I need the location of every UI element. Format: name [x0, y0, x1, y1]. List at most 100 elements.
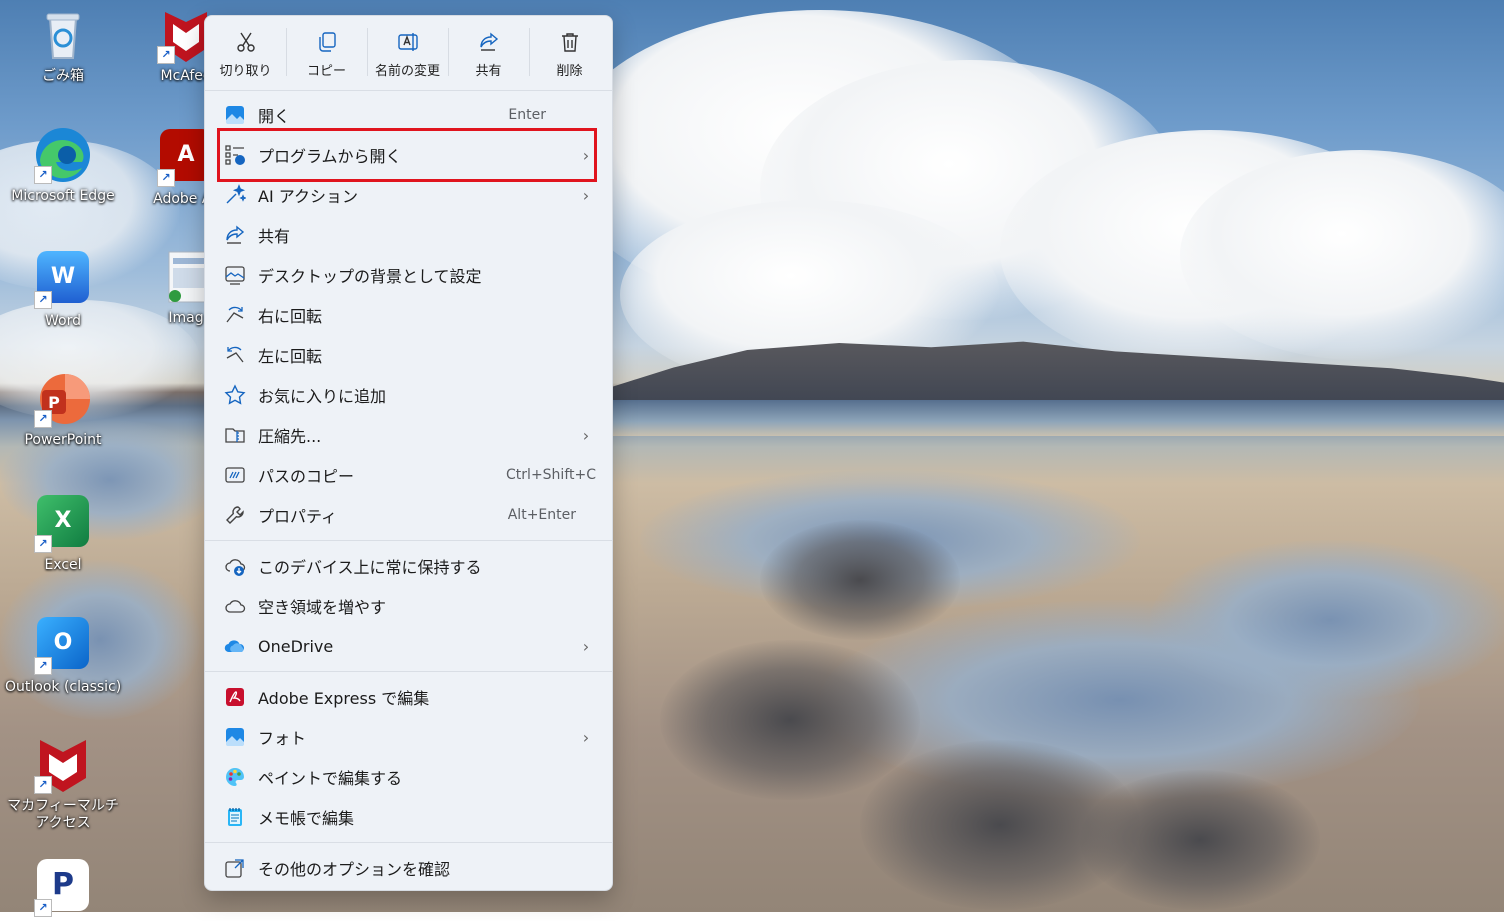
desktop-icon-word[interactable]: W ↗ Word: [5, 248, 121, 330]
menu-item-label: その他のオプションを確認: [258, 860, 451, 879]
menu-item-label: お気に入りに追加: [258, 387, 387, 406]
desktop-icon-label: マカフィーマルチアクセス: [7, 798, 119, 831]
desktop-icon-label: Excel: [44, 557, 82, 573]
menu-item-label: メモ帳で編集: [258, 809, 355, 828]
menu-item-ai-actions[interactable]: AI アクション ›: [217, 177, 602, 213]
menu-item-label: プログラムから開く: [258, 147, 402, 166]
menu-item-adobe-express[interactable]: Adobe Express で編集: [217, 679, 602, 715]
menu-divider: [205, 671, 612, 672]
shortcut-arrow-icon: ↗: [34, 535, 52, 553]
desktop-icon-recycle-bin[interactable]: ごみ箱: [5, 6, 121, 85]
menu-item-photos[interactable]: フォト ›: [217, 719, 602, 755]
share-icon: [224, 224, 246, 246]
shortcut-arrow-icon: ↗: [34, 410, 52, 428]
menu-divider: [205, 540, 612, 541]
menu-item-label: 右に回転: [258, 307, 323, 326]
menu-item-label: 圧縮先...: [258, 427, 322, 446]
menu-item-share[interactable]: 共有: [217, 217, 602, 253]
menu-item-open-with[interactable]: プログラムから開く ›: [217, 137, 602, 173]
menu-item-set-wallpaper[interactable]: デスクトップの背景として設定: [217, 257, 602, 293]
chevron-right-icon: ›: [582, 145, 590, 165]
desktop-icon-mcafee-multi-access[interactable]: ↗ マカフィーマルチアクセス: [5, 736, 121, 832]
context-menu-toolbar: 切り取り コピー 名前の変更 共有 削除: [205, 16, 612, 90]
menu-item-label: 開く: [258, 107, 291, 126]
desktop-icon-label: ごみ箱: [42, 68, 84, 84]
cut-button[interactable]: 切り取り: [205, 16, 286, 90]
powerpoint-icon: P ↗: [34, 370, 92, 428]
chevron-right-icon: ›: [582, 636, 590, 656]
shortcut-arrow-icon: ↗: [34, 166, 52, 184]
rename-icon: [397, 33, 418, 51]
menu-item-shortcut: Enter: [508, 107, 546, 123]
chevron-right-icon: ›: [582, 425, 590, 445]
onedrive-icon: [224, 635, 246, 657]
menu-item-always-keep[interactable]: このデバイス上に常に保持する: [217, 548, 602, 584]
desktop-icon-label: Word: [45, 313, 81, 329]
desktop-icon-excel[interactable]: X ↗ Excel: [5, 492, 121, 574]
shortcut-arrow-icon: ↗: [34, 291, 52, 309]
menu-item-label: 左に回転: [258, 347, 323, 366]
delete-label: 削除: [556, 64, 583, 79]
share-icon: [479, 32, 498, 51]
recycle-bin-icon: [34, 6, 92, 64]
chevron-right-icon: ›: [582, 727, 590, 747]
excel-icon: X ↗: [34, 495, 92, 553]
copy-button[interactable]: コピー: [286, 16, 367, 90]
star-icon: [224, 384, 246, 406]
menu-item-compress-to[interactable]: 圧縮先... ›: [217, 417, 602, 453]
zip-folder-icon: [224, 424, 246, 446]
menu-item-add-favorites[interactable]: お気に入りに追加: [217, 377, 602, 413]
desktop-icon-outlook[interactable]: O ↗ Outlook (classic): [5, 614, 121, 696]
wrench-icon: [224, 504, 246, 526]
copy-label: コピー: [306, 64, 346, 79]
menu-item-more-options[interactable]: その他のオプションを確認: [217, 850, 602, 886]
word-icon: W ↗: [34, 251, 92, 309]
menu-item-label: パスのコピー: [258, 467, 355, 486]
menu-item-rotate-right[interactable]: 右に回転: [217, 297, 602, 333]
open-with-icon: [224, 144, 246, 166]
shortcut-arrow-icon: ↗: [157, 169, 175, 187]
rotate-left-icon: [224, 344, 246, 366]
scissors-icon: [236, 32, 255, 52]
menu-item-shortcut: Ctrl+Shift+C: [506, 467, 596, 483]
photo-icon: [224, 104, 246, 126]
menu-item-label: プロパティ: [258, 507, 338, 526]
shortcut-arrow-icon: ↗: [157, 46, 175, 64]
chevron-right-icon: ›: [582, 185, 590, 205]
desktop-icon-label: Outlook (classic): [5, 679, 122, 695]
delete-button[interactable]: 削除: [529, 16, 610, 90]
menu-item-properties[interactable]: プロパティ Alt+Enter: [217, 497, 602, 533]
ai-sparkle-icon: [224, 184, 246, 206]
desktop-icon-powerpoint[interactable]: P ↗ PowerPoint: [5, 370, 121, 449]
menu-item-label: 空き領域を増やす: [258, 598, 387, 617]
cloud-download-icon: [224, 555, 246, 577]
desktop-icon-label: Microsoft Edge: [11, 188, 115, 204]
desktop-icon-paypal[interactable]: P ↗: [5, 856, 121, 921]
photos-app-icon: [224, 726, 246, 748]
context-menu: 切り取り コピー 名前の変更 共有 削除 開く Enter プログラムから開く …: [204, 15, 613, 891]
rename-button[interactable]: 名前の変更: [367, 16, 448, 90]
menu-item-label: フォト: [258, 729, 307, 748]
menu-item-onedrive[interactable]: OneDrive ›: [217, 628, 602, 664]
desktop-icon-edge[interactable]: ↗ Microsoft Edge: [5, 126, 121, 205]
menu-item-label: このデバイス上に常に保持する: [258, 558, 482, 577]
menu-item-label: Adobe Express で編集: [258, 689, 430, 708]
menu-item-open[interactable]: 開く Enter: [217, 97, 602, 133]
more-options-icon: [224, 857, 246, 879]
menu-item-rotate-left[interactable]: 左に回転: [217, 337, 602, 373]
share-button[interactable]: 共有: [448, 16, 529, 90]
cut-label: 切り取り: [219, 64, 272, 79]
copy-path-icon: [224, 464, 246, 486]
menu-item-label: OneDrive: [258, 636, 334, 656]
menu-divider: [205, 90, 612, 91]
menu-item-label: デスクトップの背景として設定: [258, 267, 482, 286]
shortcut-arrow-icon: ↗: [34, 899, 52, 917]
outlook-icon: O ↗: [34, 617, 92, 675]
rename-label: 名前の変更: [374, 64, 440, 79]
menu-item-edit-with-notepad[interactable]: メモ帳で編集: [217, 799, 602, 835]
menu-item-edit-with-paint[interactable]: ペイントで編集する: [217, 759, 602, 795]
menu-item-copy-path[interactable]: パスのコピー Ctrl+Shift+C: [217, 457, 602, 493]
shortcut-arrow-icon: ↗: [34, 776, 52, 794]
rotate-right-icon: [224, 304, 246, 326]
menu-item-free-up-space[interactable]: 空き領域を増やす: [217, 588, 602, 624]
